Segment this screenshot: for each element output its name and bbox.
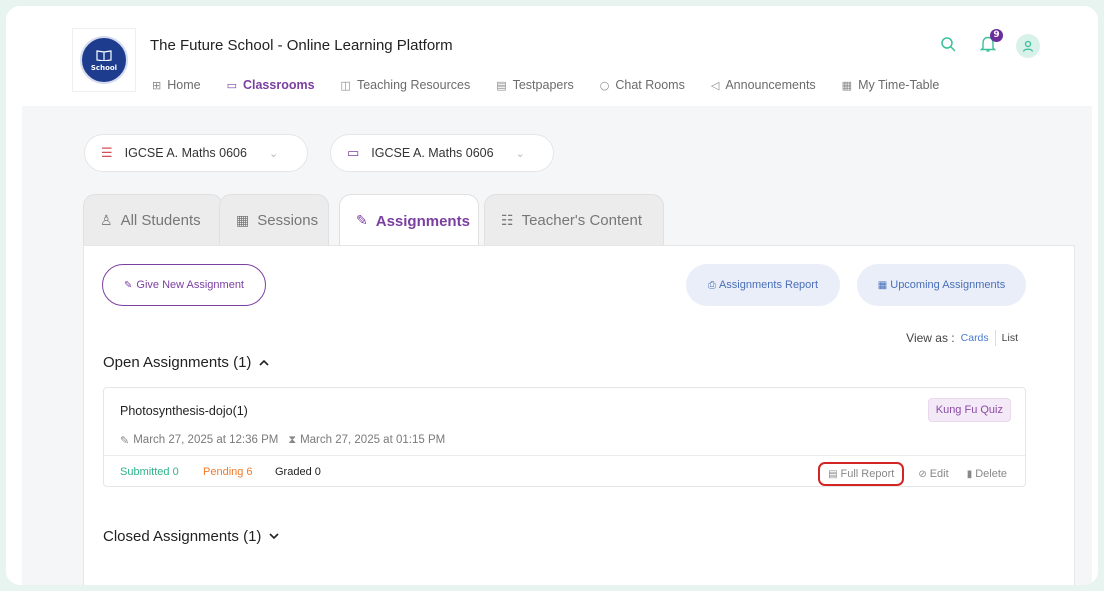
submitted-count: Submitted 0 bbox=[120, 466, 179, 478]
give-new-assignment-button[interactable]: ✎ Give New Assignment bbox=[102, 264, 266, 306]
assignment-card[interactable]: Photosynthesis-dojo(1) Kung Fu Quiz ✎ Ma… bbox=[103, 387, 1026, 487]
nav-my-time-table[interactable]: ▦ My Time-Table bbox=[842, 78, 940, 92]
tab-label: Sessions bbox=[257, 212, 319, 229]
assignment-type-badge: Kung Fu Quiz bbox=[927, 398, 1011, 422]
open-assignments-header[interactable]: Open Assignments (1) bbox=[103, 354, 269, 371]
grid-icon: ⊞ bbox=[152, 78, 162, 92]
action-label: Delete bbox=[975, 468, 1007, 480]
nav-announcements[interactable]: ◁ Announcements bbox=[711, 78, 816, 92]
classroom-dropdown[interactable]: ▭ IGCSE A. Maths 0606 ⌄ bbox=[330, 134, 554, 172]
tab-assignments[interactable]: ✎ Assignments bbox=[339, 194, 479, 247]
calendar-icon: ▦ bbox=[877, 279, 888, 291]
action-label: Full Report bbox=[840, 468, 895, 480]
top-header: School The Future School - Online Learni… bbox=[6, 6, 1098, 106]
section-title: Open Assignments (1) bbox=[103, 354, 252, 371]
button-label: Assignments Report bbox=[718, 279, 819, 291]
assignments-report-button[interactable]: ⎙ Assignments Report bbox=[686, 264, 840, 306]
nav-classrooms[interactable]: ▭ Classrooms bbox=[227, 78, 315, 92]
view-list-option[interactable]: List bbox=[1002, 332, 1018, 344]
edit-icon: ⊘ bbox=[918, 468, 927, 480]
app-title: The Future School - Online Learning Plat… bbox=[150, 37, 453, 54]
action-label: Edit bbox=[929, 468, 949, 480]
nav-label: My Time-Table bbox=[858, 78, 940, 92]
chat-icon: ○ bbox=[599, 78, 610, 92]
nav-label: Teaching Resources bbox=[356, 78, 471, 92]
tab-label: All Students bbox=[120, 212, 201, 229]
tab-sessions[interactable]: ▦ Sessions bbox=[219, 194, 329, 246]
user-avatar[interactable] bbox=[1016, 34, 1040, 58]
edit-button[interactable]: ⊘ Edit bbox=[914, 465, 952, 483]
pen-icon: ✎ bbox=[124, 279, 133, 291]
view-as-label: View as : bbox=[906, 331, 955, 345]
view-as-toggle: View as : Cards List bbox=[906, 330, 1018, 346]
assignment-title: Photosynthesis-dojo(1) bbox=[120, 404, 248, 418]
nav-label: Testpapers bbox=[512, 78, 574, 92]
pending-count: Pending 6 bbox=[203, 466, 253, 478]
main-nav: ⊞ Home ▭ Classrooms ◫ Teaching Resources… bbox=[152, 78, 965, 92]
tab-teachers-content[interactable]: ☷ Teacher's Content bbox=[484, 194, 664, 246]
end-date: March 27, 2025 at 01:15 PM bbox=[300, 434, 446, 446]
upcoming-assignments-button[interactable]: ▦ Upcoming Assignments bbox=[857, 264, 1026, 306]
calendar-icon: ▦ bbox=[236, 212, 250, 229]
monitor-icon: ▭ bbox=[226, 78, 237, 92]
report-icon: ▤ bbox=[828, 468, 838, 480]
start-date: March 27, 2025 at 12:36 PM bbox=[133, 434, 279, 446]
nav-chat-rooms[interactable]: ○ Chat Rooms bbox=[600, 78, 685, 92]
button-label: Give New Assignment bbox=[136, 279, 244, 291]
logo-text: School bbox=[90, 63, 118, 72]
calendar-icon: ▦ bbox=[841, 78, 853, 92]
book-icon: ◫ bbox=[340, 78, 351, 92]
full-report-button[interactable]: ▤ Full Report bbox=[818, 462, 905, 486]
logo-emblem: School bbox=[80, 36, 128, 84]
tab-label: Teacher's Content bbox=[521, 212, 642, 229]
graded-count: Graded 0 bbox=[275, 466, 321, 478]
document-icon: ▤ bbox=[496, 78, 507, 92]
card-actions: ▤ Full Report ⊘ Edit ▮ Delete bbox=[818, 462, 1011, 486]
hourglass-icon: ⧗ bbox=[288, 433, 297, 446]
nav-label: Announcements bbox=[725, 78, 816, 92]
book-icon bbox=[96, 49, 112, 63]
edit-calendar-icon: ✎ bbox=[120, 433, 130, 447]
tab-all-students[interactable]: ♙ All Students bbox=[83, 194, 223, 246]
notification-badge: 9 bbox=[990, 28, 1003, 42]
subject-value: IGCSE A. Maths 0606 bbox=[124, 146, 247, 160]
classroom-value: IGCSE A. Maths 0606 bbox=[371, 146, 494, 160]
section-title: Closed Assignments (1) bbox=[103, 528, 262, 545]
printer-icon: ⎙ bbox=[707, 279, 716, 291]
nav-testpapers[interactable]: ▤ Testpapers bbox=[496, 78, 574, 92]
app-window: School The Future School - Online Learni… bbox=[6, 6, 1098, 585]
chevron-down-icon bbox=[269, 530, 279, 543]
tab-label: Assignments bbox=[375, 212, 470, 230]
subject-dropdown[interactable]: ☰ IGCSE A. Maths 0606 ⌄ bbox=[84, 134, 308, 172]
card-footer: Submitted 0 Pending 6 Graded 0 ▤ Full Re… bbox=[104, 455, 1025, 487]
button-label: Upcoming Assignments bbox=[890, 279, 1006, 291]
assignment-dates: ✎ March 27, 2025 at 12:36 PM ⧗ March 27,… bbox=[120, 433, 445, 447]
nav-label: Classrooms bbox=[242, 78, 315, 92]
nav-teaching-resources[interactable]: ◫ Teaching Resources bbox=[341, 78, 471, 92]
divider bbox=[994, 330, 996, 346]
closed-assignments-header[interactable]: Closed Assignments (1) bbox=[103, 528, 279, 545]
header-icons: 9 bbox=[916, 28, 1040, 58]
students-icon: ♙ bbox=[100, 212, 113, 229]
monitor-icon: ▭ bbox=[347, 145, 360, 161]
megaphone-icon: ◁ bbox=[710, 78, 720, 92]
delete-button[interactable]: ▮ Delete bbox=[963, 465, 1011, 483]
school-logo[interactable]: School bbox=[72, 28, 136, 92]
bell-icon[interactable]: 9 bbox=[979, 28, 1003, 58]
list-icon: ☰ bbox=[101, 145, 113, 161]
nav-label: Home bbox=[167, 78, 201, 92]
nav-home[interactable]: ⊞ Home bbox=[152, 78, 201, 92]
chevron-down-icon: ⌄ bbox=[268, 146, 279, 160]
nav-label: Chat Rooms bbox=[615, 78, 685, 92]
search-icon[interactable] bbox=[940, 36, 956, 57]
pen-icon: ✎ bbox=[356, 213, 368, 229]
chevron-down-icon: ⌄ bbox=[515, 146, 525, 160]
trash-icon: ▮ bbox=[966, 468, 973, 480]
view-cards-option[interactable]: Cards bbox=[961, 332, 989, 344]
teacher-icon: ☷ bbox=[501, 212, 514, 229]
chevron-up-icon bbox=[259, 356, 269, 369]
